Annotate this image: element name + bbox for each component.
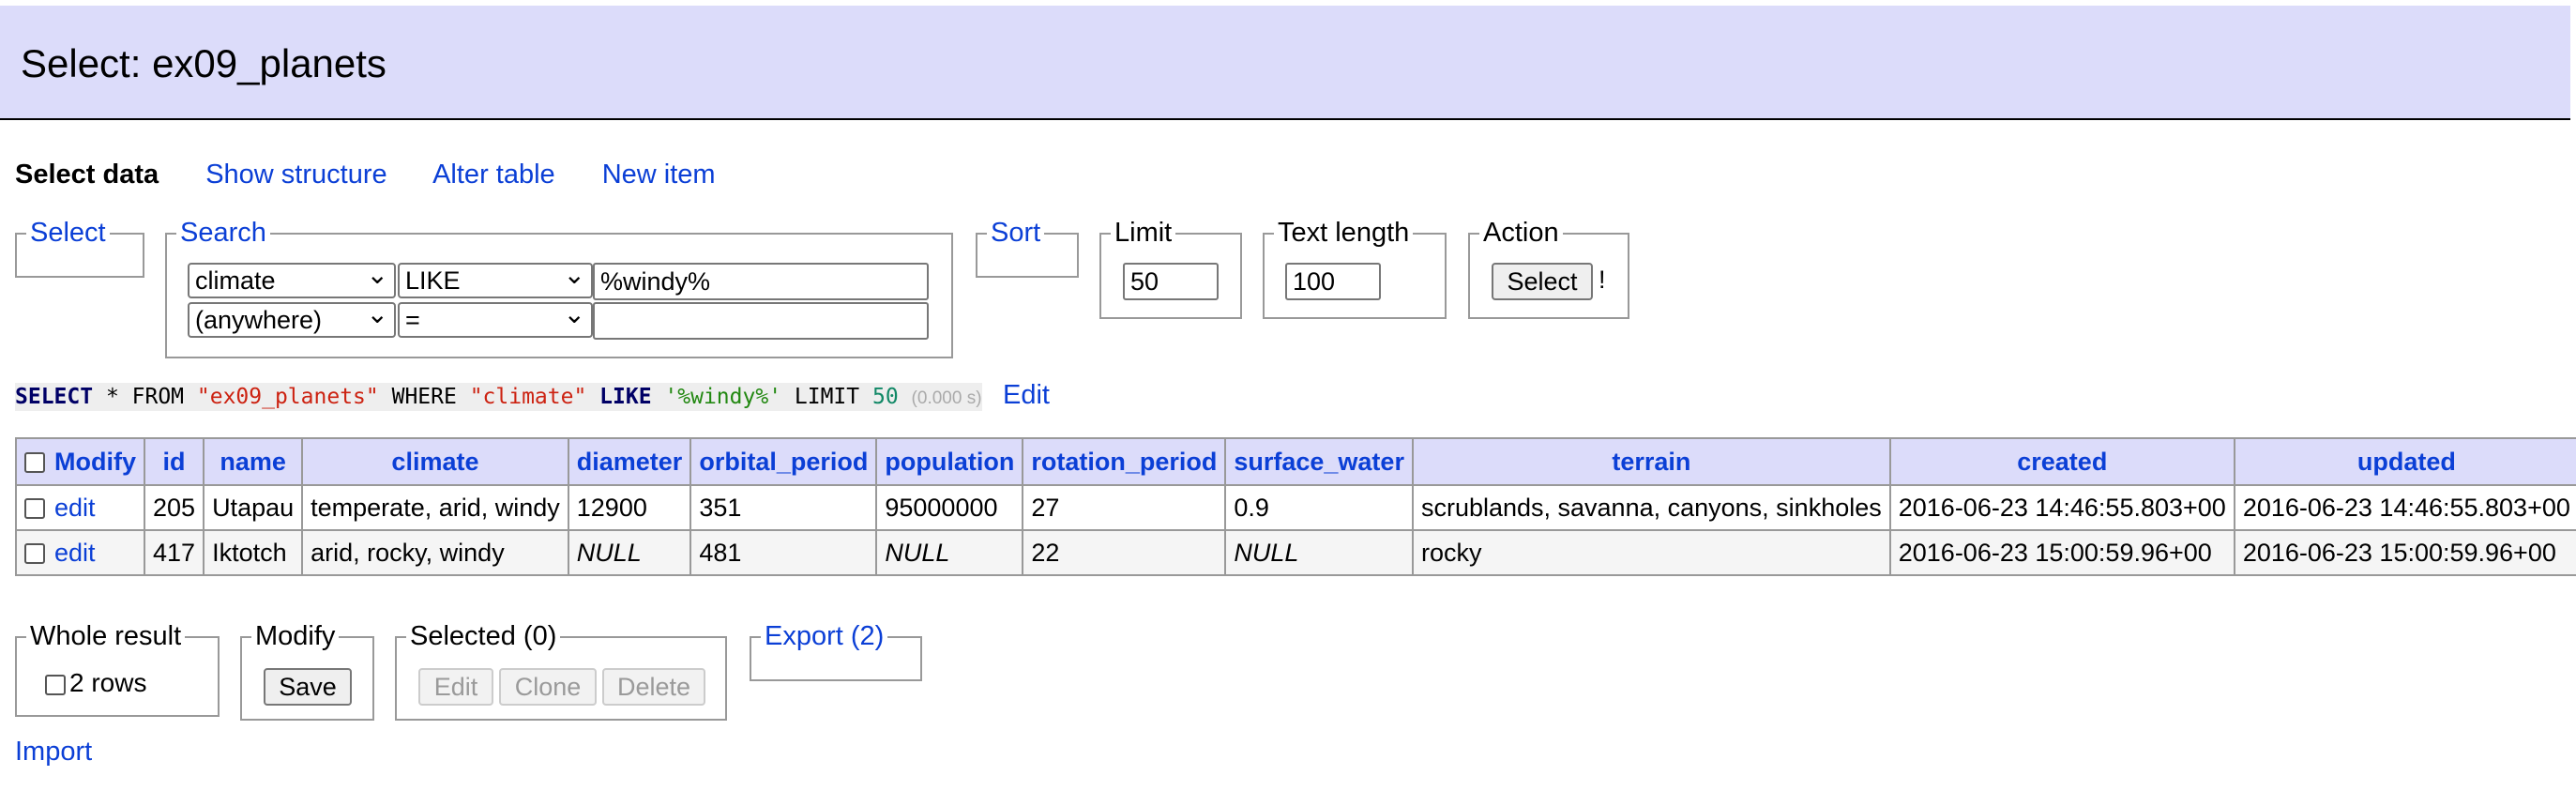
search-column-select-2[interactable]: (anywhere) [188, 298, 396, 338]
column-header[interactable]: created [1888, 437, 2235, 486]
cell-terrain: scrublands, savanna, canyons, sinkholes [1411, 484, 1891, 531]
action-legend: Action [1483, 218, 1559, 248]
search-operator-select-2[interactable]: = [398, 298, 593, 338]
export-fieldset: Export (2) [750, 621, 922, 681]
cell-population: 95000000 [875, 484, 1024, 531]
cell-created: 2016-06-23 14:46:55.803+00 [1888, 484, 2235, 531]
column-header[interactable]: diameter [567, 437, 692, 486]
nav-select-data: Select data [15, 160, 159, 190]
sql-part [652, 385, 665, 409]
save-button[interactable]: Save [264, 668, 352, 706]
modify-header-link[interactable]: Modify [54, 448, 136, 476]
navigation-links: Select data Show structure Alter table N… [15, 160, 755, 190]
results-table: Modify id name climate diameter orbital_… [15, 437, 2576, 576]
cell-orbital-period: 351 [689, 484, 878, 531]
sort-fieldset: Sort [976, 218, 1079, 278]
cell-name: Utapau [203, 484, 304, 531]
nav-alter-table[interactable]: Alter table [432, 160, 555, 190]
cell-orbital-period: 481 [689, 529, 878, 576]
sql-part: WHERE [378, 385, 470, 409]
sql-limit-value: 50 [871, 385, 899, 409]
edit-selected-button[interactable]: Edit [418, 668, 493, 706]
cell-diameter: NULL [567, 529, 692, 576]
search-value-input-2[interactable] [593, 302, 929, 340]
column-header[interactable]: surface_water [1224, 437, 1414, 486]
select-fieldset: Select [15, 218, 144, 278]
column-header[interactable]: updated [2233, 437, 2576, 486]
sql-pattern: '%windy%' [664, 385, 782, 409]
whole-result-legend: Whole result [30, 621, 182, 651]
cell-climate: arid, rocky, windy [301, 529, 569, 576]
select-submit-button[interactable]: Select [1492, 263, 1593, 300]
nav-show-structure[interactable]: Show structure [205, 160, 386, 190]
delete-selected-button[interactable]: Delete [602, 668, 705, 706]
cell-population: NULL [875, 529, 1024, 576]
search-value-input-1[interactable]: %windy% [593, 263, 929, 300]
column-header[interactable]: id [143, 437, 205, 486]
whole-result-checkbox[interactable] [45, 674, 66, 695]
column-header[interactable]: orbital_period [689, 437, 878, 486]
row-checkbox[interactable] [24, 498, 45, 520]
column-header[interactable]: name [203, 437, 304, 486]
cell-diameter: 12900 [567, 484, 692, 531]
action-suffix: ! [1599, 266, 1606, 294]
modify-header: Modify [15, 437, 145, 486]
column-header[interactable]: climate [301, 437, 569, 486]
search-toggle-link[interactable]: Search [180, 218, 266, 248]
cell-rotation-period: 27 [1022, 484, 1227, 531]
cell-surface-water: 0.9 [1224, 484, 1414, 531]
row-checkbox[interactable] [24, 543, 45, 565]
search-operator-select-1[interactable]: LIKE [398, 259, 593, 298]
text-length-input[interactable]: 100 [1285, 263, 1381, 300]
column-header[interactable]: rotation_period [1022, 437, 1227, 486]
cell-id: 417 [143, 529, 205, 576]
import-link[interactable]: Import [15, 737, 92, 768]
cell-name: Iktotch [203, 529, 304, 576]
sql-part: * FROM [93, 385, 197, 409]
modify-legend: Modify [255, 621, 336, 651]
column-header[interactable]: terrain [1411, 437, 1891, 486]
column-header[interactable]: population [875, 437, 1024, 486]
select-toggle-link[interactable]: Select [30, 218, 106, 248]
limit-legend: Limit [1114, 218, 1173, 248]
selected-legend: Selected (0) [410, 621, 557, 651]
clone-selected-button[interactable]: Clone [499, 668, 597, 706]
text-length-legend: Text length [1278, 218, 1410, 248]
cell-rotation-period: 22 [1022, 529, 1227, 576]
modify-cell: edit [15, 529, 145, 576]
sql-query: SELECT * FROM "ex09_planets" WHERE "clim… [15, 383, 982, 411]
sql-keyword-like: LIKE [586, 385, 652, 409]
table-header-row: Modify id name climate diameter orbital_… [15, 437, 2576, 486]
whole-result-label: 2 rows [69, 668, 147, 697]
sort-toggle-link[interactable]: Sort [991, 218, 1040, 248]
sql-table-name: "ex09_planets" [196, 385, 379, 409]
cell-climate: temperate, arid, windy [301, 484, 569, 531]
row-edit-link[interactable]: edit [54, 494, 96, 522]
nav-new-item[interactable]: New item [602, 160, 716, 190]
cell-updated: 2016-06-23 15:00:59.96+00 [2233, 529, 2576, 576]
whole-result-option: 2 rows [45, 668, 146, 698]
modify-cell: edit [15, 484, 145, 531]
cell-id: 205 [143, 484, 205, 531]
sql-part: LIMIT [781, 385, 872, 409]
page-header: Select: ex09_planets [0, 6, 2570, 120]
page-title: Select: ex09_planets [21, 41, 386, 85]
sql-keyword-select: SELECT [15, 385, 94, 409]
cell-surface-water: NULL [1224, 529, 1414, 576]
search-column-select-1[interactable]: climate [188, 259, 396, 298]
select-all-checkbox[interactable] [24, 452, 45, 474]
edit-query-link[interactable]: Edit [1003, 380, 1050, 411]
cell-created: 2016-06-23 15:00:59.96+00 [1888, 529, 2235, 576]
row-edit-link[interactable]: edit [54, 539, 96, 567]
table-row: edit 205 Utapau temperate, arid, windy 1… [15, 484, 2576, 531]
limit-input[interactable]: 50 [1123, 263, 1219, 300]
cell-terrain: rocky [1411, 529, 1891, 576]
export-toggle-link[interactable]: Export (2) [765, 621, 884, 651]
table-row: edit 417 Iktotch arid, rocky, windy NULL… [15, 529, 2576, 576]
cell-updated: 2016-06-23 14:46:55.803+00 [2233, 484, 2576, 531]
query-time: (0.000 s) [911, 388, 982, 408]
sql-column-name: "climate" [469, 385, 587, 409]
